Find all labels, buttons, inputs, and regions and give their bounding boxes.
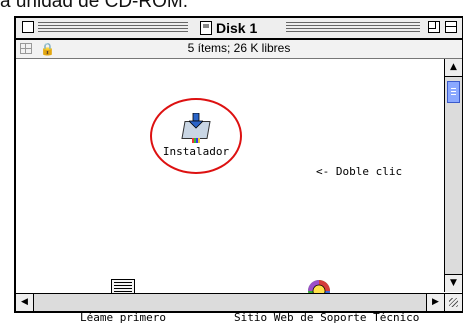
- info-bar: 🔒 5 ítems; 26 K libres: [16, 40, 462, 59]
- item-count-free-space: 5 ítems; 26 K libres: [187, 41, 291, 55]
- window-title: Disk 1: [216, 20, 258, 36]
- scroll-left-arrow[interactable]: ◀: [16, 294, 34, 311]
- resize-grip[interactable]: [444, 293, 462, 311]
- zoom-box[interactable]: [428, 21, 440, 33]
- close-box[interactable]: [22, 21, 34, 33]
- horizontal-scrollbar[interactable]: ◀ ▶: [16, 293, 444, 311]
- double-click-hint: <- Doble clic: [316, 165, 403, 178]
- readme-label: Léame primero: [79, 311, 167, 324]
- collapse-box[interactable]: [445, 21, 457, 33]
- scroll-right-arrow[interactable]: ▶: [426, 294, 444, 311]
- window-title-group: Disk 1: [194, 19, 264, 37]
- top-caption: a unidad de CD-ROM.: [0, 0, 188, 12]
- title-bar[interactable]: Disk 1: [16, 18, 462, 40]
- disk-icon: [200, 21, 212, 35]
- title-stripes-right: [286, 22, 420, 33]
- finder-window: Disk 1 🔒 5 ítems; 26 K libres Instalador…: [14, 16, 463, 324]
- vertical-scrollbar[interactable]: ▲ ▼: [444, 59, 462, 292]
- scroll-up-arrow[interactable]: ▲: [445, 59, 462, 77]
- title-stripes-left: [38, 22, 188, 33]
- vertical-scroll-thumb[interactable]: [447, 81, 460, 103]
- window-content: Instalador <- Doble clic Léame primero S…: [16, 59, 444, 324]
- highlight-circle: [150, 98, 242, 174]
- scroll-down-arrow[interactable]: ▼: [445, 274, 462, 292]
- support-website-label: Sitio Web de Soporte Técnico: [234, 311, 420, 324]
